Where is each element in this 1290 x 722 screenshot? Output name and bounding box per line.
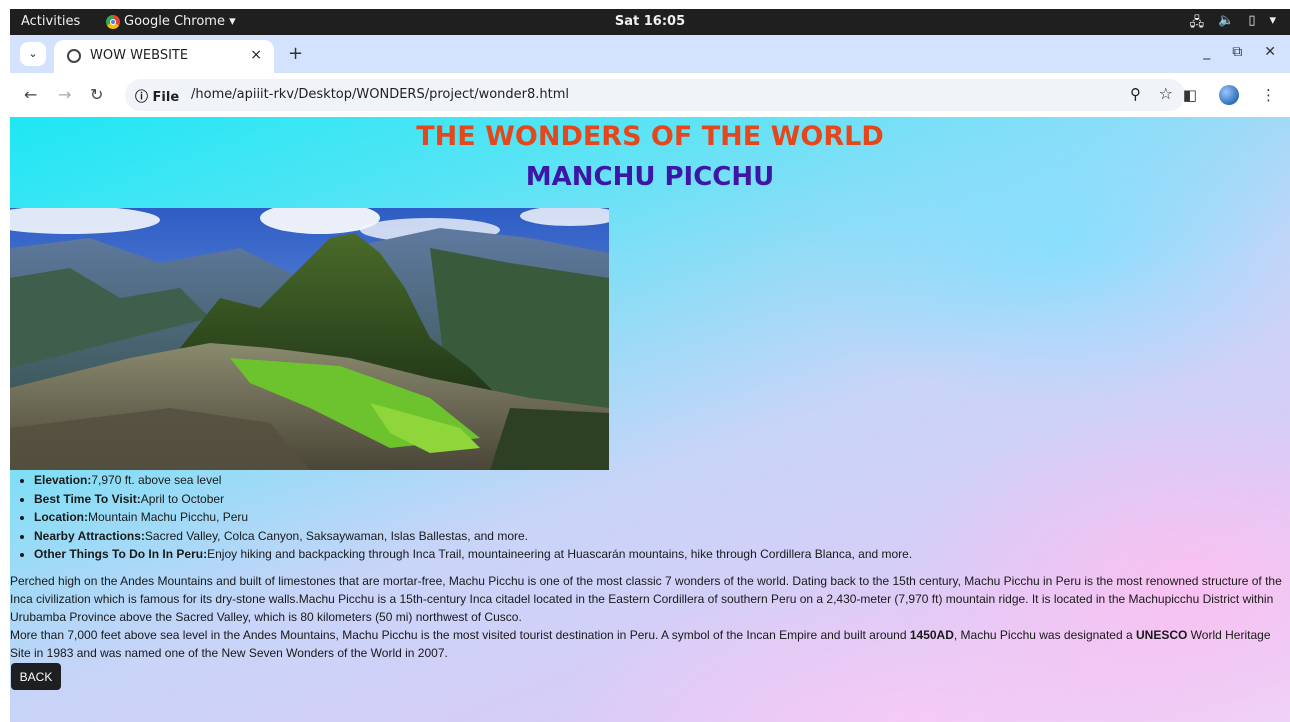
- url-text[interactable]: /home/apiiit-rkv/Desktop/WONDERS/project…: [191, 87, 569, 102]
- list-item: Elevation:7,970 ft. above sea level: [34, 471, 912, 490]
- tab-wow-website[interactable]: WOW WEBSITE ×: [54, 40, 274, 73]
- fact-value: Mountain Machu Picchu, Peru: [88, 510, 249, 524]
- site-info-chip[interactable]: ⓘ File: [135, 86, 179, 105]
- paragraph-text: More than 7,000 feet above sea level in …: [10, 628, 910, 642]
- fact-value: Sacred Valley, Colca Canyon, Saksaywaman…: [144, 528, 528, 543]
- description-paragraph-2: More than 7,000 feet above sea level in …: [10, 626, 1290, 662]
- tab-strip: ⌄ WOW WEBSITE × + _ ⧉ ✕: [10, 35, 1290, 73]
- restore-icon[interactable]: ⧉: [1232, 44, 1242, 60]
- machu-picchu-photo: [10, 208, 609, 470]
- more-menu-icon[interactable]: ⋮: [1261, 86, 1276, 104]
- fact-label: Nearby Attractions:: [34, 528, 145, 543]
- list-item: Nearby Attractions:Sacred Valley, Colca …: [34, 527, 912, 546]
- list-item: Other Things To Do In In Peru:Enjoy hiki…: [34, 545, 912, 564]
- address-bar[interactable]: ⓘ File /home/apiiit-rkv/Desktop/WONDERS/…: [125, 79, 1185, 111]
- clock[interactable]: Sat 16:05: [10, 14, 1290, 29]
- list-item: Best Time To Visit:April to October: [34, 490, 912, 509]
- fact-label: Location:: [34, 510, 88, 524]
- list-item: Location:Mountain Machu Picchu, Peru: [34, 508, 912, 527]
- forward-arrow-icon[interactable]: →: [58, 85, 71, 104]
- fact-label: Elevation:: [34, 473, 92, 487]
- fact-label: Best Time To Visit:: [34, 491, 141, 506]
- tab-title: WOW WEBSITE: [90, 48, 189, 63]
- page-content: THE WONDERS OF THE WORLD MANCHU PICCHU •…: [10, 117, 1290, 722]
- toolbar-actions: ◧ ⋮: [1183, 85, 1276, 105]
- volume-icon: 🔈: [1218, 13, 1235, 28]
- close-window-icon[interactable]: ✕: [1264, 44, 1276, 60]
- fact-value: April to October: [140, 491, 225, 506]
- tab-search-button[interactable]: ⌄: [20, 42, 46, 66]
- side-panel-icon[interactable]: ◧: [1183, 86, 1197, 104]
- page-title: THE WONDERS OF THE WORLD: [416, 121, 884, 152]
- tab-close-button[interactable]: ×: [250, 47, 262, 63]
- description: Perched high on the Andes Mountains and …: [10, 572, 1290, 662]
- description-paragraph-1: Perched high on the Andes Mountains and …: [10, 574, 1282, 624]
- back-button[interactable]: BACK: [11, 663, 61, 690]
- system-menu-chevron-icon: ▾: [1269, 13, 1276, 28]
- zoom-icon[interactable]: ⚲: [1130, 85, 1141, 103]
- unesco-bold: UNESCO: [1136, 628, 1188, 642]
- fact-label: Other Things To Do In In Peru:: [34, 547, 208, 561]
- fact-value: Enjoy hiking and backpacking through Inc…: [207, 547, 913, 561]
- bookmark-star-icon[interactable]: ☆: [1159, 84, 1173, 103]
- window-controls: _ ⧉ ✕: [1203, 44, 1276, 60]
- reload-icon[interactable]: ↻: [90, 85, 103, 104]
- browser-toolbar: ← → ↻ ⓘ File /home/apiiit-rkv/Desktop/WO…: [10, 73, 1290, 117]
- chevron-down-icon: ⌄: [28, 47, 38, 60]
- globe-icon: [67, 49, 81, 63]
- network-icon: 🖧: [1189, 15, 1205, 30]
- facts-list: Elevation:7,970 ft. above sea level Best…: [34, 471, 912, 564]
- system-top-bar: Activities Google Chrome ▾ Sat 16:05 🖧 🔈…: [10, 9, 1290, 35]
- minimize-icon[interactable]: _: [1203, 44, 1210, 60]
- year-bold: 1450AD: [909, 628, 954, 642]
- paragraph-text: , Machu Picchu was designated a: [953, 628, 1136, 642]
- system-tray[interactable]: 🖧 🔈 ▯ ▾: [1190, 13, 1276, 35]
- profile-avatar-icon[interactable]: [1219, 85, 1239, 105]
- wonder-title: MANCHU PICCHU: [525, 162, 775, 192]
- new-tab-button[interactable]: +: [288, 43, 303, 64]
- battery-icon: ▯: [1248, 13, 1256, 28]
- fact-value: 7,970 ft. above sea level: [91, 473, 222, 487]
- back-arrow-icon[interactable]: ←: [24, 85, 37, 104]
